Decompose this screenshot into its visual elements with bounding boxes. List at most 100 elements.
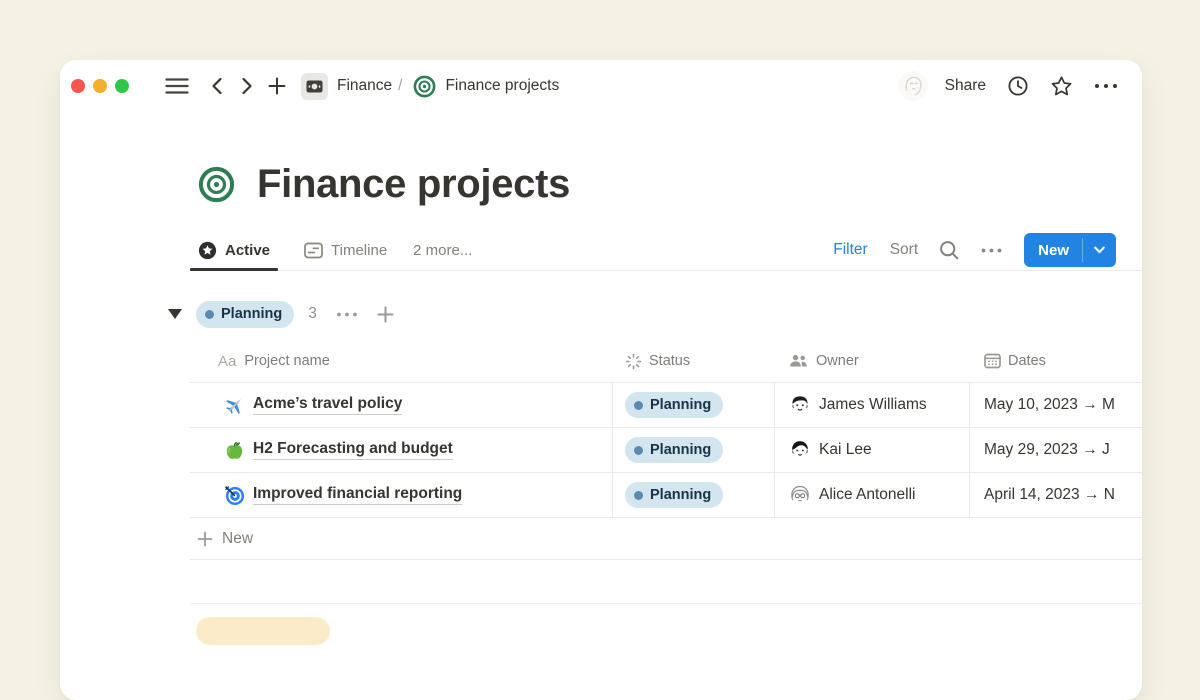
window-toolbar: Finance / Finance projects Share: [60, 60, 1142, 112]
date-range: May 10, 2023 → M: [984, 396, 1115, 414]
airplane-icon: [224, 395, 245, 416]
page-title-target-icon[interactable]: [198, 166, 235, 203]
updates-clock-icon[interactable]: [1007, 75, 1029, 97]
owner-name: Alice Antonelli: [819, 486, 916, 504]
project-name-link[interactable]: Improved financial reporting: [253, 485, 462, 505]
group-count: 3: [308, 305, 317, 323]
next-group-pill-partial[interactable]: [196, 617, 330, 645]
group-options-icon[interactable]: [336, 312, 358, 317]
view-tabs-bar: Active Timeline 2 more... Filter Sort Ne…: [190, 230, 1142, 271]
people-icon: [789, 354, 808, 368]
view-controls: Filter Sort New: [833, 233, 1142, 267]
collapse-triangle-icon[interactable]: [168, 309, 182, 319]
dates-cell[interactable]: May 10, 2023 → M: [970, 383, 1142, 427]
tab-active[interactable]: Active: [190, 230, 278, 270]
page-header: Finance projects: [198, 162, 570, 206]
close-window-button[interactable]: [71, 79, 85, 93]
favorite-star-icon[interactable]: [1050, 75, 1073, 97]
search-icon[interactable]: [939, 240, 960, 261]
status-cell[interactable]: Planning: [613, 473, 775, 517]
add-new-row-button[interactable]: New: [190, 518, 1142, 560]
status-label: Planning: [650, 397, 711, 413]
zoom-window-button[interactable]: [115, 79, 129, 93]
section-divider: [190, 603, 1142, 604]
column-label: Project name: [244, 353, 329, 369]
column-header-project-name[interactable]: Aa Project name: [190, 340, 613, 382]
column-header-status[interactable]: Status: [613, 340, 775, 382]
project-name-cell[interactable]: Acme’s travel policy: [190, 383, 613, 427]
group-header-planning: Planning 3: [168, 300, 394, 328]
breadcrumb-separator: /: [398, 77, 402, 95]
dates-cell[interactable]: May 29, 2023 → J: [970, 428, 1142, 472]
owner-cell[interactable]: James Williams: [775, 383, 970, 427]
avatar[interactable]: [898, 71, 928, 101]
status-dot: [634, 446, 643, 455]
date-range: April 14, 2023 → N: [984, 486, 1115, 504]
new-button[interactable]: New: [1024, 233, 1116, 267]
back-icon[interactable]: [209, 76, 225, 96]
view-options-icon[interactable]: [981, 248, 1002, 253]
dates-cell[interactable]: April 14, 2023 → N: [970, 473, 1142, 517]
filter-button[interactable]: Filter: [833, 241, 867, 259]
status-label: Planning: [650, 442, 711, 458]
group-status-label: Planning: [221, 306, 282, 322]
column-label: Status: [649, 353, 690, 369]
text-property-icon: Aa: [218, 353, 236, 370]
status-dot: [205, 310, 214, 319]
tab-active-label: Active: [225, 242, 270, 259]
sidebar-menu-icon[interactable]: [165, 76, 189, 96]
owner-cell[interactable]: Alice Antonelli: [775, 473, 970, 517]
more-views-button[interactable]: 2 more...: [413, 242, 472, 259]
project-name-link[interactable]: Acme’s travel policy: [253, 395, 402, 415]
group-status-pill[interactable]: Planning: [196, 301, 294, 328]
project-name-cell[interactable]: Improved financial reporting: [190, 473, 613, 517]
star-view-icon: [198, 241, 217, 260]
toolbar-right: Share: [898, 71, 1118, 101]
table-row: Improved financial reporting Planning Al…: [190, 473, 1142, 518]
chevron-down-icon[interactable]: [1083, 233, 1116, 267]
dart-target-icon: [224, 485, 245, 506]
traffic-lights: [71, 79, 129, 93]
project-name-link[interactable]: H2 Forecasting and budget: [253, 440, 453, 460]
column-header-owner[interactable]: Owner: [775, 340, 970, 382]
avatar-kai-lee: [789, 439, 811, 461]
owner-name: Kai Lee: [819, 441, 872, 459]
tab-timeline-label: Timeline: [331, 242, 387, 259]
forward-icon[interactable]: [239, 76, 255, 96]
column-header-dates[interactable]: Dates: [970, 340, 1142, 382]
page-title[interactable]: Finance projects: [257, 162, 570, 207]
add-new-row-label: New: [222, 530, 253, 548]
status-dot: [634, 491, 643, 500]
new-page-icon[interactable]: [267, 76, 287, 96]
status-cell[interactable]: Planning: [613, 428, 775, 472]
date-range: May 29, 2023 → J: [984, 441, 1110, 459]
owner-name: James Williams: [819, 396, 927, 414]
breadcrumb-parent[interactable]: Finance: [337, 77, 392, 95]
status-dot: [634, 401, 643, 410]
column-label: Dates: [1008, 353, 1046, 369]
share-button[interactable]: Share: [945, 77, 986, 95]
status-spinner-icon: [625, 353, 642, 370]
calendar-icon: [984, 353, 1001, 369]
minimize-window-button[interactable]: [93, 79, 107, 93]
timeline-view-icon: [304, 242, 323, 259]
table-header-row: Aa Project name Status Owner Dates: [190, 340, 1142, 383]
more-options-icon[interactable]: [1094, 83, 1118, 89]
tab-timeline[interactable]: Timeline: [296, 230, 395, 270]
owner-cell[interactable]: Kai Lee: [775, 428, 970, 472]
notion-window: Finance / Finance projects Share Fi: [60, 60, 1142, 700]
sort-button[interactable]: Sort: [890, 241, 918, 259]
status-cell[interactable]: Planning: [613, 383, 775, 427]
new-button-label[interactable]: New: [1024, 233, 1082, 267]
green-apple-icon: [224, 440, 245, 461]
banknote-icon[interactable]: [301, 73, 328, 100]
projects-table: Aa Project name Status Owner Dates: [190, 340, 1142, 560]
avatar-alice-antonelli: [789, 484, 811, 506]
group-add-icon[interactable]: [377, 306, 394, 323]
column-label: Owner: [816, 353, 859, 369]
project-name-cell[interactable]: H2 Forecasting and budget: [190, 428, 613, 472]
breadcrumb-current[interactable]: Finance projects: [445, 77, 559, 95]
table-row: Acme’s travel policy Planning James Will…: [190, 383, 1142, 428]
status-label: Planning: [650, 487, 711, 503]
table-row: H2 Forecasting and budget Planning Kai L…: [190, 428, 1142, 473]
